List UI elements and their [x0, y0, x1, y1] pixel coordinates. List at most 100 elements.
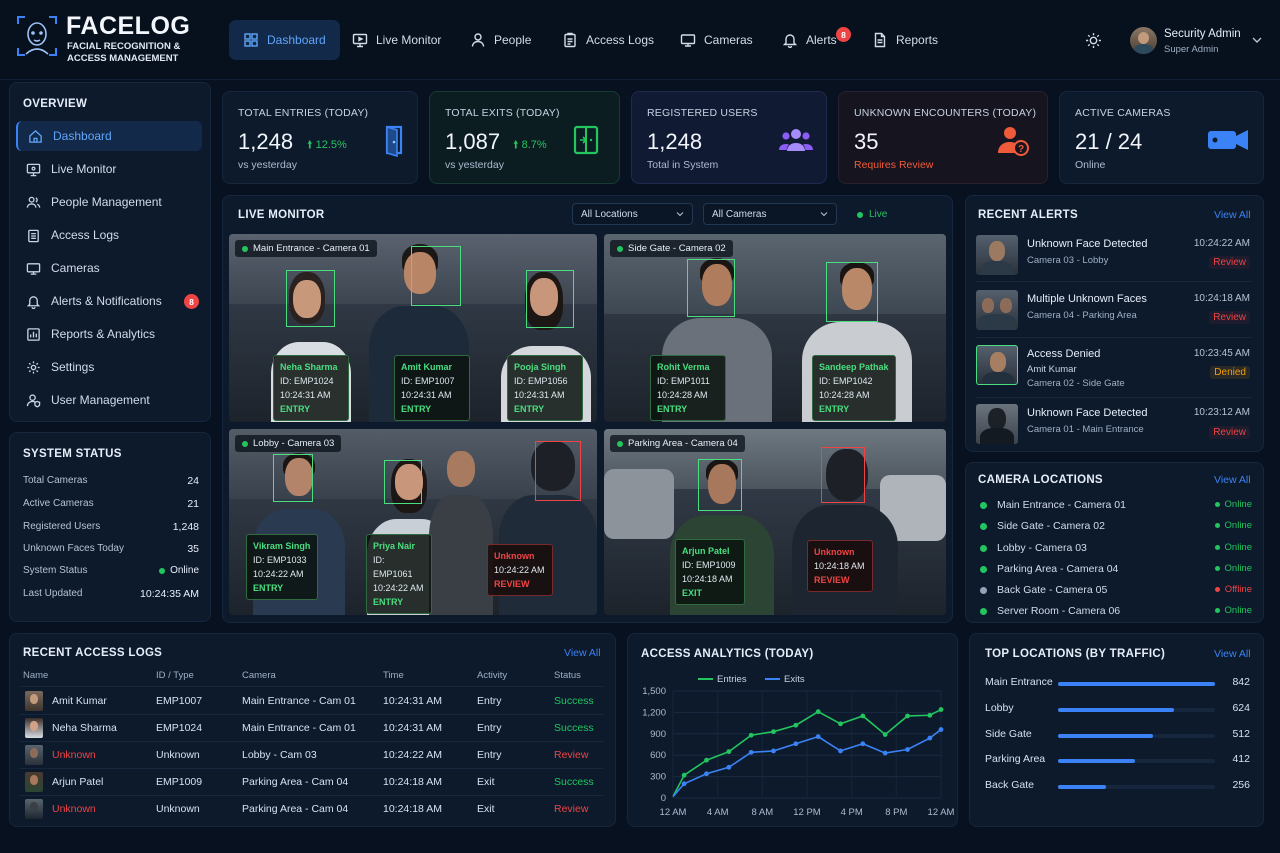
stat-sub: vs yesterday: [238, 159, 297, 171]
recognition-tag: Neha Sharma ID: EMP1024 10:24:31 AM ENTRY: [273, 355, 349, 421]
alerts-view-all-link[interactable]: View All: [1214, 209, 1251, 221]
users-icon: [779, 129, 813, 151]
users-icon: [26, 196, 41, 208]
top-locations-view-all-link[interactable]: View All: [1214, 648, 1251, 660]
x-tick-label: 12 PM: [793, 807, 821, 818]
data-point-entries: [681, 772, 687, 778]
status-value: 21: [187, 498, 199, 510]
logs-view-all-link[interactable]: View All: [564, 647, 601, 659]
status-label: Unknown Faces Today: [23, 543, 124, 554]
face-detection-box: [687, 259, 735, 317]
status-dot: [980, 566, 987, 573]
user-avatar[interactable]: [1130, 27, 1157, 54]
sun-theme-toggle-icon[interactable]: [1085, 32, 1102, 49]
sidebar-item-label: Reports & Analytics: [51, 327, 156, 341]
locations-select[interactable]: All Locations: [572, 203, 693, 225]
sidebar-item-settings[interactable]: Settings: [16, 352, 202, 382]
nav-people[interactable]: People: [456, 20, 545, 60]
chart-series: [672, 707, 944, 798]
sidebar-item-people-management[interactable]: People Management: [16, 187, 202, 217]
avatar: [25, 772, 43, 792]
nav-live-monitor[interactable]: Live Monitor: [338, 20, 455, 60]
alert-item[interactable]: Unknown Face Detected Camera 03 - Lobby …: [976, 233, 1252, 285]
sidebar-item-reports-analytics[interactable]: Reports & Analytics: [16, 319, 202, 349]
table-row[interactable]: Unknown Unknown Parking Area - Cam 04 10…: [23, 796, 603, 823]
nav-access-logs[interactable]: Access Logs: [548, 20, 668, 60]
cell-id: EMP1024: [156, 722, 203, 734]
table-row[interactable]: Amit Kumar EMP1007 Main Entrance - Cam 0…: [23, 688, 603, 715]
column-header-time[interactable]: Time: [383, 670, 404, 681]
tag-status: EXIT: [682, 588, 703, 598]
traffic-row[interactable]: Back Gate 256: [985, 779, 1250, 799]
cameras-select[interactable]: All Cameras: [703, 203, 837, 225]
alert-item[interactable]: Unknown Face Detected Camera 01 - Main E…: [976, 402, 1252, 454]
cell-name: Amit Kumar: [52, 695, 107, 707]
camera-feed-lobby[interactable]: Lobby - Camera 03 Vikram Singh ID: EMP103…: [229, 429, 597, 615]
nav-label: Live Monitor: [376, 33, 442, 47]
traffic-row[interactable]: Lobby 624: [985, 702, 1250, 722]
camera-feed-parking-area[interactable]: Parking Area - Camera 04 Arjun Patel ID: …: [604, 429, 946, 615]
alert-time: 10:24:22 AM: [1193, 238, 1250, 249]
stat-card-total-entries: TOTAL ENTRIES (TODAY) 1,248 🠙 12.5% vs y…: [222, 91, 418, 184]
tag-status: ENTRY: [280, 404, 311, 414]
change-value: 12.5%: [315, 139, 347, 151]
chart-legend: Entries Exits: [698, 674, 805, 685]
locations-view-all-link[interactable]: View All: [1214, 474, 1251, 486]
column-header-name[interactable]: Name: [23, 670, 48, 681]
cell-id: EMP1009: [156, 776, 203, 788]
column-header-activity[interactable]: Activity: [477, 670, 507, 681]
status-dot: [980, 545, 987, 552]
sidebar-item-live-monitor[interactable]: Live Monitor: [16, 154, 202, 184]
camera-status: Online: [1214, 605, 1252, 616]
sidebar-item-user-management[interactable]: User Management: [16, 385, 202, 415]
feed-label: Main Entrance - Camera 01: [235, 240, 377, 257]
column-header-id[interactable]: ID / Type: [156, 670, 194, 681]
x-tick-label: 4 AM: [707, 807, 729, 818]
tag-id: ID: EMP1042: [819, 376, 873, 386]
traffic-bar: [1058, 785, 1106, 789]
table-row[interactable]: Neha Sharma EMP1024 Main Entrance - Cam …: [23, 715, 603, 742]
recognition-tag: Pooja Singh ID: EMP1056 10:24:31 AM ENTRY: [507, 355, 583, 421]
avatar: [25, 745, 43, 765]
tag-time: 10:24:31 AM: [401, 390, 452, 400]
chevron-down-icon[interactable]: [1252, 36, 1262, 44]
face: [447, 451, 475, 487]
nav-alerts[interactable]: Alerts 8: [768, 20, 851, 60]
traffic-row[interactable]: Side Gate 512: [985, 728, 1250, 748]
select-value: All Cameras: [712, 208, 767, 220]
sidebar-item-alerts-notifications[interactable]: Alerts & Notifications 8: [16, 286, 202, 316]
table-row[interactable]: Unknown Unknown Lobby - Cam 03 10:24:22 …: [23, 742, 603, 769]
camera-feed-main-entrance[interactable]: Main Entrance - Camera 01 Neha Sharma ID:…: [229, 234, 597, 422]
column-header-camera[interactable]: Camera: [242, 670, 276, 681]
status-row-system-status: System Status Online: [23, 565, 199, 576]
camera-feed-side-gate[interactable]: Side Gate - Camera 02 Rohit Verma ID: EMP…: [604, 234, 946, 422]
user-icon: [471, 33, 485, 47]
alert-location: Camera 04 - Parking Area: [1027, 310, 1137, 321]
alert-item[interactable]: Multiple Unknown Faces Camera 04 - Parki…: [976, 288, 1252, 340]
stat-card-active-cameras: ACTIVE CAMERAS 21 / 24 Online: [1059, 91, 1264, 184]
face: [1000, 298, 1012, 313]
location-name: Lobby: [985, 702, 1014, 714]
chart-grid: [672, 690, 942, 799]
column-header-status[interactable]: Status: [554, 670, 581, 681]
x-tick-label: 4 PM: [841, 807, 863, 818]
face-detection-box: [273, 454, 313, 502]
sidebar-item-cameras[interactable]: Cameras: [16, 253, 202, 283]
stat-change: 🠙 12.5%: [307, 139, 347, 151]
sidebar-item-access-logs[interactable]: Access Logs: [16, 220, 202, 250]
nav-cameras[interactable]: Cameras: [666, 20, 767, 60]
status-text: Online: [1224, 563, 1252, 574]
nav-dashboard[interactable]: Dashboard: [229, 20, 340, 60]
online-dot: [617, 245, 623, 252]
nav-reports[interactable]: Reports: [858, 20, 952, 60]
tag-name: Priya Nair: [373, 541, 416, 551]
status-row-active-cameras: Active Cameras 21: [23, 498, 199, 510]
table-row[interactable]: Arjun Patel EMP1009 Parking Area - Cam 0…: [23, 769, 603, 796]
sidebar-item-dashboard[interactable]: Dashboard: [16, 121, 202, 151]
traffic-row[interactable]: Parking Area 412: [985, 753, 1250, 773]
alert-item[interactable]: Access Denied Amit Kumar Camera 02 - Sid…: [976, 343, 1252, 399]
alert-title: Multiple Unknown Faces: [1027, 293, 1147, 305]
cell-camera: Parking Area - Cam 04: [242, 803, 349, 815]
status-value: 10:24:35 AM: [140, 588, 199, 600]
traffic-row[interactable]: Main Entrance 842: [985, 676, 1250, 696]
